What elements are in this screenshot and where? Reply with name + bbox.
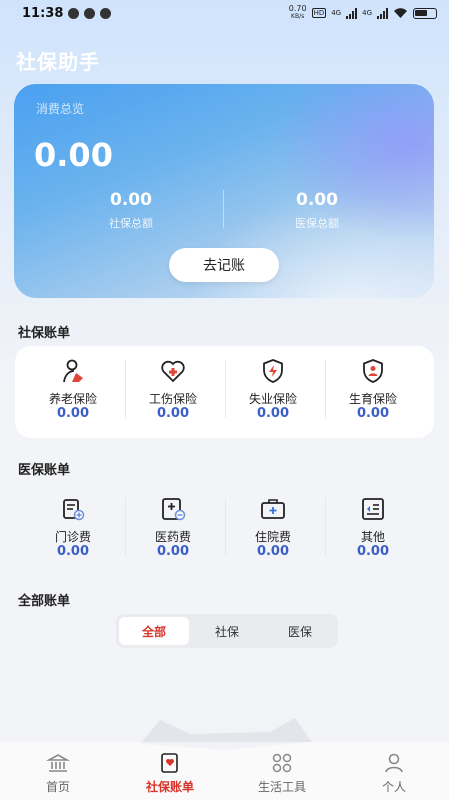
social-item-value: 0.00 [256,406,290,421]
signal-label-2: 4G [362,9,372,17]
tools-grid-icon [272,753,292,773]
nav-home[interactable]: 首页 [2,742,114,800]
hd-icon: HD [311,8,327,18]
medical-item-medicine[interactable]: 医药费 0.00 [123,484,223,574]
medical-item-value: 0.00 [156,544,190,559]
nav-social-bill[interactable]: 社保账单 [114,742,226,800]
medical-total-label: 医保总额 [295,217,339,230]
medical-item-label: 其他 [360,530,385,544]
social-section-title: 社保账单 [18,326,71,341]
check-icon [68,8,79,19]
bill-filter-tabs: 全部 社保 医保 [116,614,338,648]
medical-item-value: 0.00 [56,544,90,559]
social-item-unemployment[interactable]: 失业保险 0.00 [223,346,323,436]
injury-heart-icon [160,358,186,384]
signal-icon-2 [377,7,388,19]
summary-divider [223,190,224,228]
maternity-shield-icon [360,358,386,384]
status-bar: 11:38 0.70 KB/s HD 4G 4G [0,0,449,30]
social-total-value: 0.00 [110,190,152,210]
social-item-pension[interactable]: 养老保险 0.00 [23,346,123,436]
medical-total-value: 0.00 [296,190,338,210]
status-time: 11:38 [22,6,64,21]
hospital-kit-icon [260,496,286,522]
nav-profile[interactable]: 个人 [338,742,449,800]
social-item-value: 0.00 [56,406,90,421]
outpatient-icon [60,496,86,522]
status-notification-icons [68,8,111,19]
other-card-icon [360,496,386,522]
social-total-label: 社保总额 [109,217,153,230]
medical-item-label: 门诊费 [54,530,91,544]
pension-icon [60,358,86,384]
social-item-value: 0.00 [156,406,190,421]
medicine-icon [160,496,186,522]
app-icon [100,8,111,19]
social-item-label: 工伤保险 [148,392,197,406]
social-item-label: 养老保险 [48,392,97,406]
nav-label: 社保账单 [145,780,194,794]
social-item-injury[interactable]: 工伤保险 0.00 [123,346,223,436]
tab-social[interactable]: 社保 [192,617,262,645]
message-icon [84,8,95,19]
net-speed: 0.70 KB/s [288,4,307,21]
medical-section-title: 医保账单 [18,463,71,478]
unemployment-shield-icon [260,358,286,384]
wifi-icon [394,8,407,18]
social-item-value: 0.00 [356,406,390,421]
social-panel: 养老保险 0.00 工伤保险 0.00 失业保险 0.00 生育保险 0.00 [15,346,434,438]
summary-label: 消费总览 [36,102,85,116]
home-bank-icon [46,754,70,772]
nav-tools[interactable]: 生活工具 [226,742,338,800]
status-right: 0.70 KB/s HD 4G 4G [289,5,437,21]
battery-icon [413,7,437,19]
social-item-label: 生育保险 [348,392,397,406]
summary-total: 0.00 [34,136,113,174]
signal-label-1: 4G [331,9,342,17]
medical-panel: 门诊费 0.00 医药费 0.00 住院费 0.00 其他 0.00 [15,484,434,576]
medical-item-hospital[interactable]: 住院费 0.00 [223,484,323,574]
tab-medical[interactable]: 医保 [265,617,335,645]
nav-label: 生活工具 [257,780,306,794]
summary-card: 消费总览 0.00 0.00 社保总额 0.00 医保总额 去记账 [14,84,434,298]
medical-item-label: 医药费 [154,530,191,544]
medical-item-value: 0.00 [256,544,290,559]
all-section-title: 全部账单 [18,594,71,609]
medical-total: 0.00 医保总额 [242,190,392,231]
medical-item-value: 0.00 [356,544,390,559]
signal-icon [346,7,358,19]
medical-item-outpatient[interactable]: 门诊费 0.00 [23,484,123,574]
social-total: 0.00 社保总额 [56,190,206,231]
nav-label: 个人 [381,780,406,794]
bill-icon [161,753,178,773]
social-item-maternity[interactable]: 生育保险 0.00 [323,346,423,436]
page-title: 社保助手 [16,50,100,74]
bottom-nav: 首页 社保账单 生活工具 个人 [0,742,449,800]
social-item-label: 失业保险 [248,392,297,406]
medical-item-label: 住院费 [254,530,291,544]
tab-all[interactable]: 全部 [119,617,189,645]
record-button[interactable]: 去记账 [169,248,279,282]
user-icon [385,753,403,773]
medical-item-other[interactable]: 其他 0.00 [323,484,423,574]
nav-label: 首页 [45,780,70,794]
